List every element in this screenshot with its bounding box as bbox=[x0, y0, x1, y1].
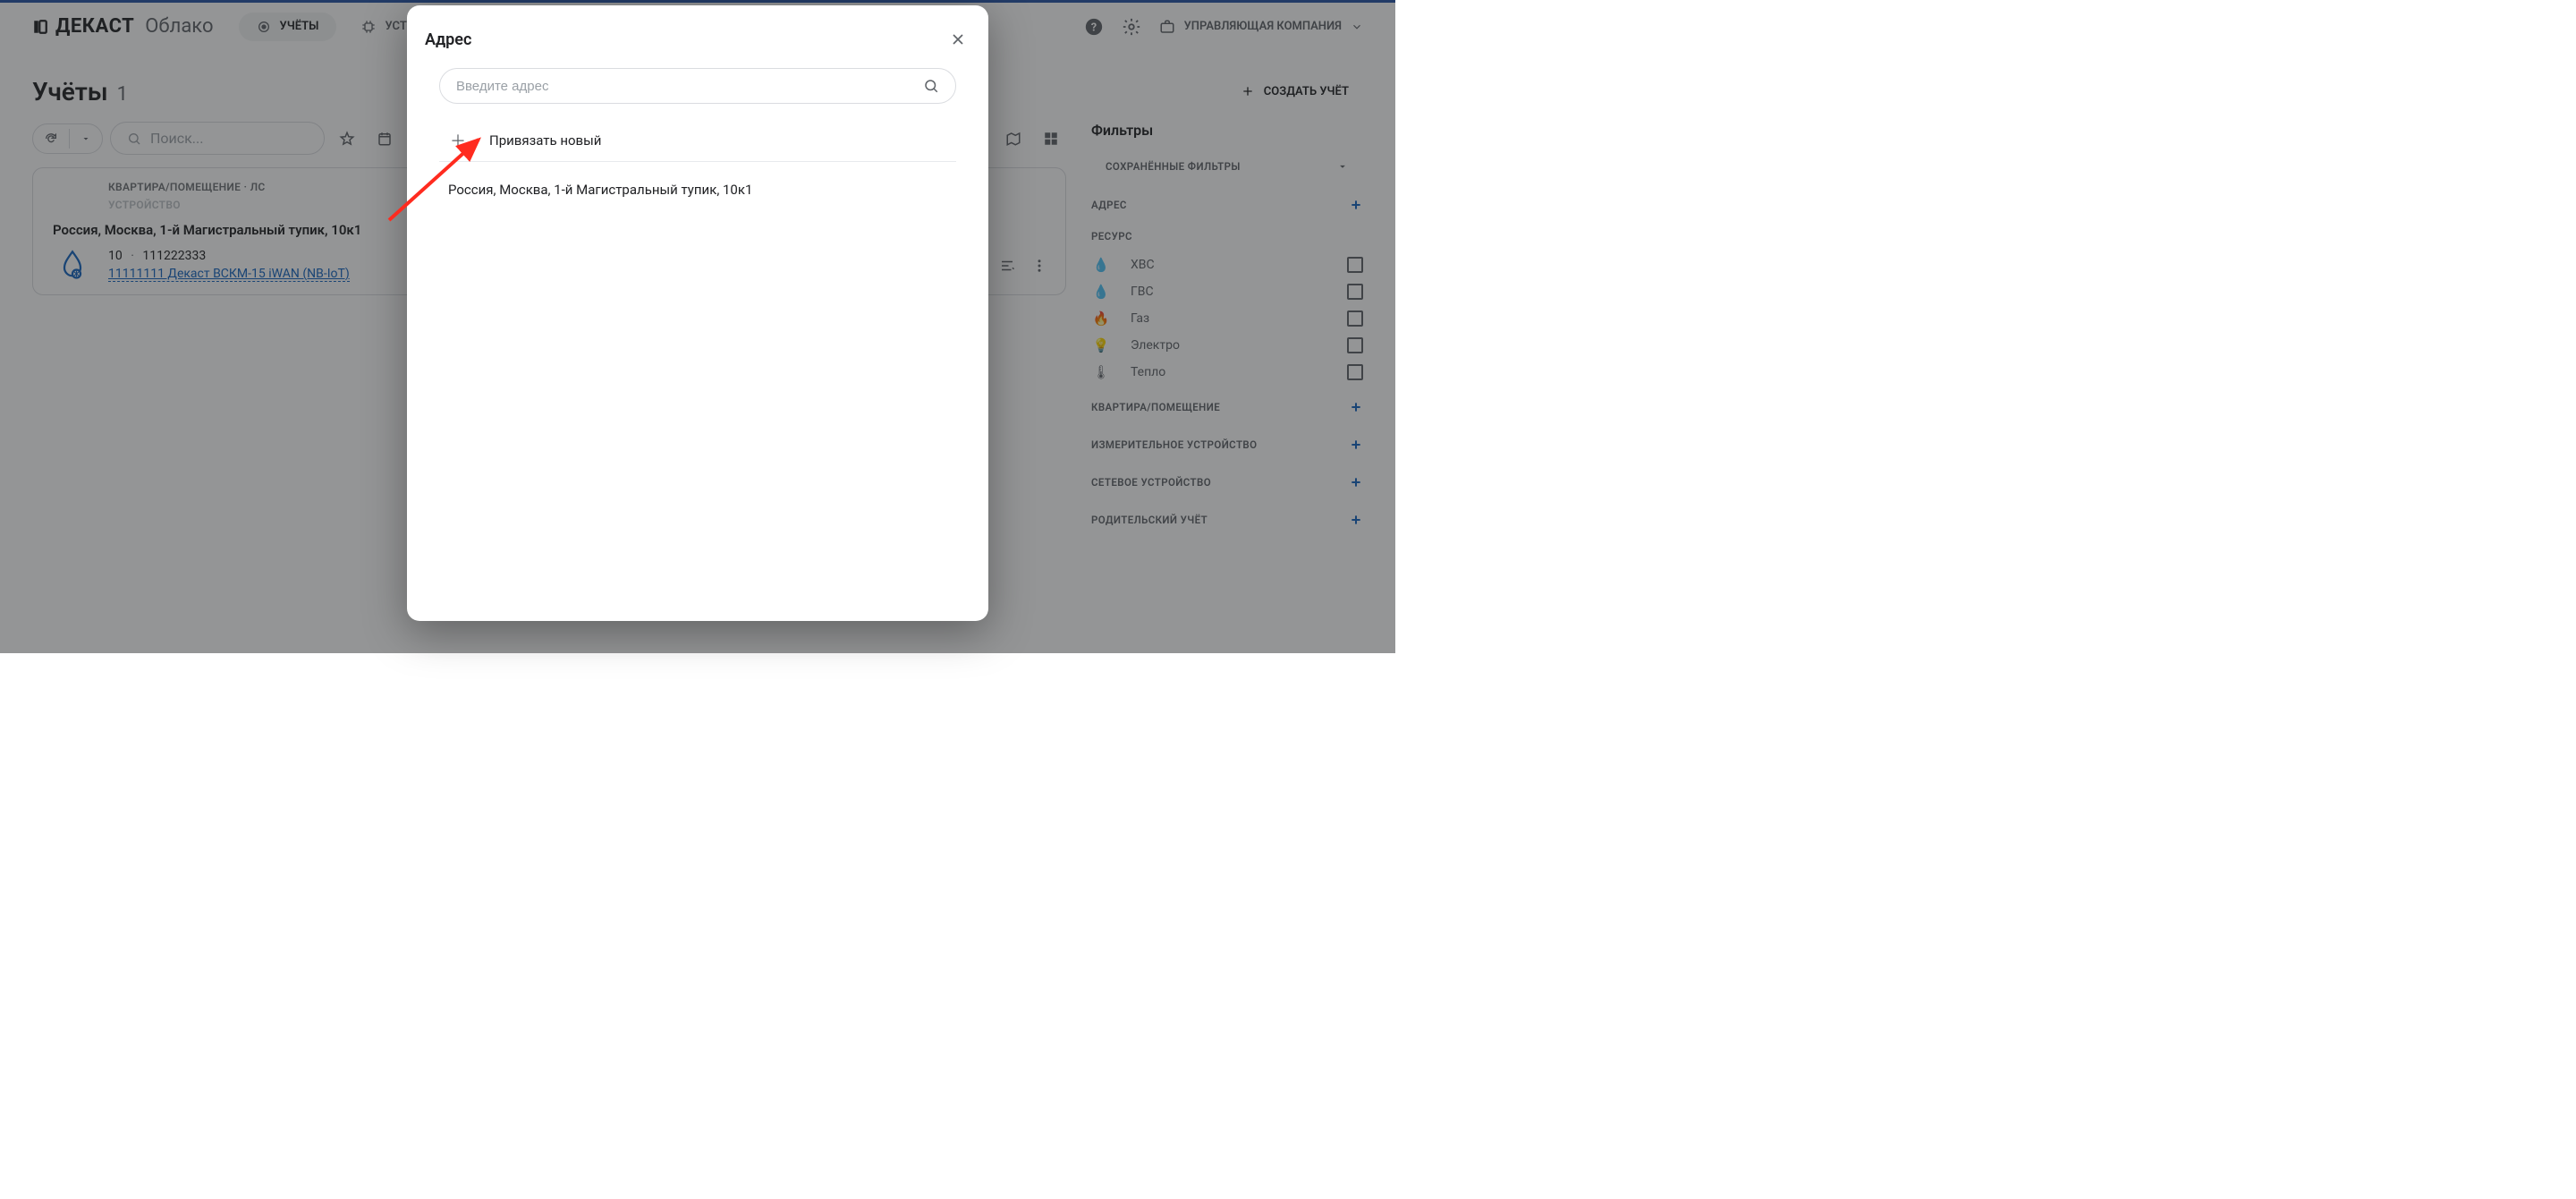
add-new-address[interactable]: ＋ Привязать новый bbox=[439, 120, 956, 162]
address-modal: Адрес ＋ Привязать новый Россия, Москва, … bbox=[407, 5, 988, 621]
search-icon bbox=[923, 78, 939, 94]
address-search-input[interactable] bbox=[439, 68, 956, 104]
modal-title: Адрес bbox=[425, 30, 471, 49]
address-search-field[interactable] bbox=[456, 79, 912, 94]
address-result[interactable]: Россия, Москва, 1-й Магистральный тупик,… bbox=[439, 174, 956, 205]
add-new-label: Привязать новый bbox=[489, 132, 601, 149]
plus-icon: ＋ bbox=[448, 129, 468, 152]
close-icon[interactable] bbox=[945, 27, 970, 52]
